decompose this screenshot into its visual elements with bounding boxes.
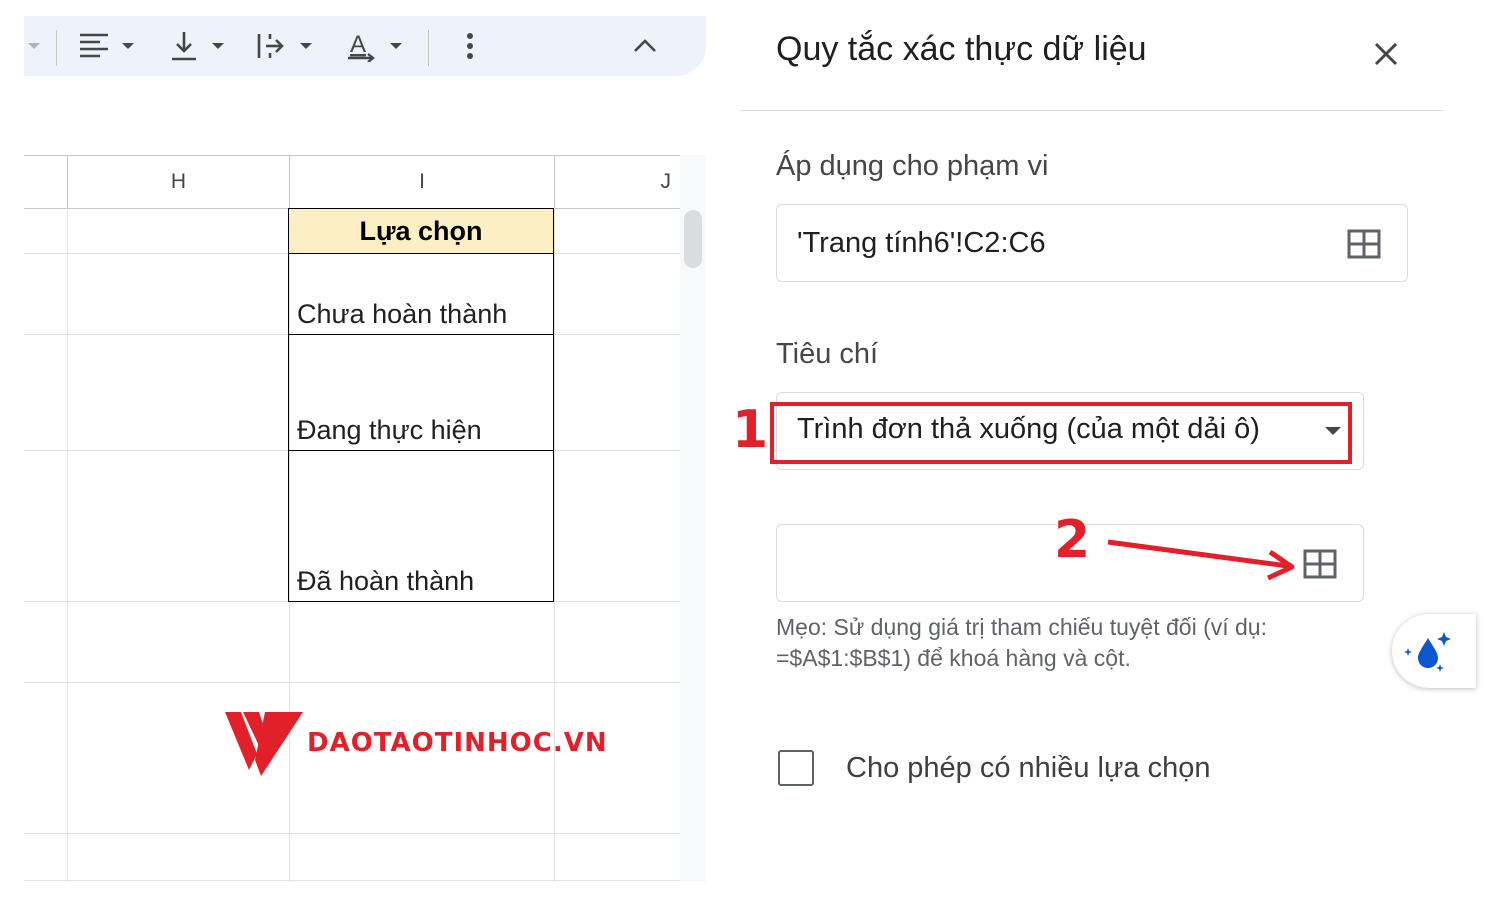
annotation-box-1: [770, 402, 1352, 464]
table-row[interactable]: Đang thực hiện: [288, 334, 554, 451]
chevron-down-icon: [122, 43, 134, 49]
column-header-i[interactable]: I: [290, 156, 555, 208]
vertical-align-bottom-icon: [172, 32, 196, 61]
header-cell-text: Lựa chọn: [359, 215, 483, 246]
select-range-grid-icon[interactable]: [1347, 229, 1381, 259]
vertical-align-button[interactable]: [170, 30, 224, 62]
chevron-down-icon: [212, 43, 224, 49]
text-rotation-button[interactable]: A: [346, 30, 402, 62]
toolbar-divider: [428, 30, 429, 66]
grid-line: [554, 208, 555, 882]
column-header-g[interactable]: [24, 156, 68, 208]
table-row[interactable]: Đã hoàn thành: [288, 450, 554, 602]
panel-divider: [740, 110, 1443, 111]
cut-off-text: ▁ ▂ ▁ ▂ ▁ ▂: [830, 874, 1020, 882]
column-header-j[interactable]: J: [555, 156, 679, 208]
range-input[interactable]: 'Trang tính6'!C2:C6: [776, 204, 1408, 282]
horizontal-align-button[interactable]: [78, 30, 134, 62]
align-left-icon: [80, 33, 108, 58]
svg-text:A: A: [350, 31, 366, 58]
watermark-logo: DAOTAOTINHOC.VN: [225, 710, 608, 776]
range-input-value: 'Trang tính6'!C2:C6: [797, 227, 1046, 259]
annotation-number-2: 2: [1054, 510, 1091, 570]
formatting-toolbar: A: [24, 16, 706, 76]
cell-value: Đang thực hiện: [297, 415, 482, 445]
grid-line: [67, 208, 68, 882]
close-icon[interactable]: [1368, 36, 1404, 72]
scrollbar-thumb[interactable]: [684, 210, 702, 268]
hide-menus-button[interactable]: [632, 30, 658, 62]
text-direction-icon: [257, 34, 284, 58]
text-wrap-button[interactable]: [256, 30, 312, 62]
column-header-row: H I J: [24, 155, 680, 209]
data-validation-panel: Quy tắc xác thực dữ liệu Áp dụng cho phạ…: [732, 16, 1476, 882]
more-options-button[interactable]: [464, 30, 476, 62]
more-vert-icon: [467, 33, 473, 59]
range-label: Áp dụng cho phạm vi: [776, 150, 1049, 182]
annotation-arrow-icon: [1107, 539, 1295, 581]
cell-value: Đã hoàn thành: [297, 566, 475, 596]
column-header-h[interactable]: H: [68, 156, 290, 208]
annotation-number-1: 1: [732, 400, 769, 460]
sparkle-drop-icon: [1404, 632, 1451, 672]
chevron-down-icon: [300, 43, 312, 49]
multi-select-label: Cho phép có nhiều lựa chọn: [846, 752, 1211, 784]
watermark-text: DAOTAOTINHOC.VN: [307, 728, 608, 758]
hint-text: Mẹo: Sử dụng giá trị tham chiếu tuyệt đố…: [776, 614, 1267, 671]
header-cell-lua-chon[interactable]: Lựa chọn: [288, 208, 554, 254]
select-range-grid-icon[interactable]: [1303, 549, 1337, 579]
table-row[interactable]: Chưa hoàn thành: [288, 253, 554, 335]
collapse-chevron-icon: [634, 39, 656, 52]
criteria-label: Tiêu chí: [776, 338, 879, 370]
smart-fill-button[interactable]: [1392, 614, 1476, 688]
chevron-down-icon: [390, 43, 402, 49]
grid-line: [24, 880, 680, 881]
previous-dropdown-caret[interactable]: [28, 30, 40, 62]
grid-line: [24, 682, 680, 683]
cell-value: Chưa hoàn thành: [297, 299, 508, 329]
grid-line: [24, 833, 680, 834]
panel-title: Quy tắc xác thực dữ liệu: [776, 30, 1147, 68]
daotaotinhoc-logo-icon: [225, 712, 303, 776]
text-color-icon: A: [348, 31, 375, 62]
toolbar-divider: [56, 30, 57, 66]
multi-select-checkbox[interactable]: [778, 750, 814, 786]
